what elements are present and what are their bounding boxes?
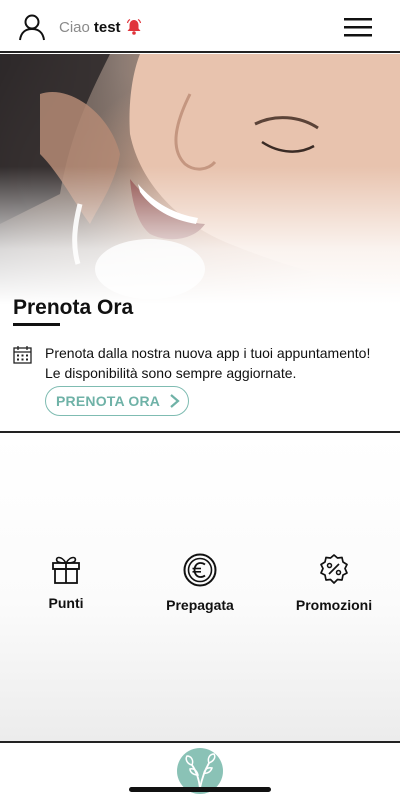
chevron-right-icon xyxy=(170,394,180,408)
euro-coin-icon xyxy=(183,553,217,587)
app-header: Ciao test xyxy=(0,0,400,53)
tile-label-punti: Punti xyxy=(48,595,84,611)
greeting: Ciao test xyxy=(59,19,121,36)
bell-icon[interactable] xyxy=(125,18,143,36)
tile-prepagata[interactable]: Prepagata xyxy=(140,553,260,623)
tile-label-prepagata: Prepagata xyxy=(166,597,234,613)
booking-title: Prenota Ora xyxy=(13,296,134,319)
home-indicator xyxy=(129,787,271,792)
hamburger-menu-icon[interactable] xyxy=(342,15,374,39)
feature-menu: Punti Prepagata Promozioni xyxy=(0,433,400,741)
user-icon[interactable] xyxy=(18,13,46,41)
booking-description: Prenota dalla nostra nuova app i tuoi ap… xyxy=(45,345,371,381)
tile-punti[interactable]: Punti xyxy=(6,553,126,623)
greeting-text: Ciao xyxy=(59,19,90,36)
tile-promozioni[interactable]: Promozioni xyxy=(274,553,394,623)
gift-icon xyxy=(52,556,80,584)
calendar-icon xyxy=(13,346,32,364)
discount-badge-icon xyxy=(320,554,348,584)
hero-image xyxy=(0,54,400,304)
username: test xyxy=(93,19,121,36)
book-now-label: PRENOTA ORA xyxy=(56,393,161,409)
tile-label-promozioni: Promozioni xyxy=(295,597,373,613)
title-underline xyxy=(13,323,60,326)
book-now-button[interactable]: PRENOTA ORA xyxy=(45,386,190,416)
